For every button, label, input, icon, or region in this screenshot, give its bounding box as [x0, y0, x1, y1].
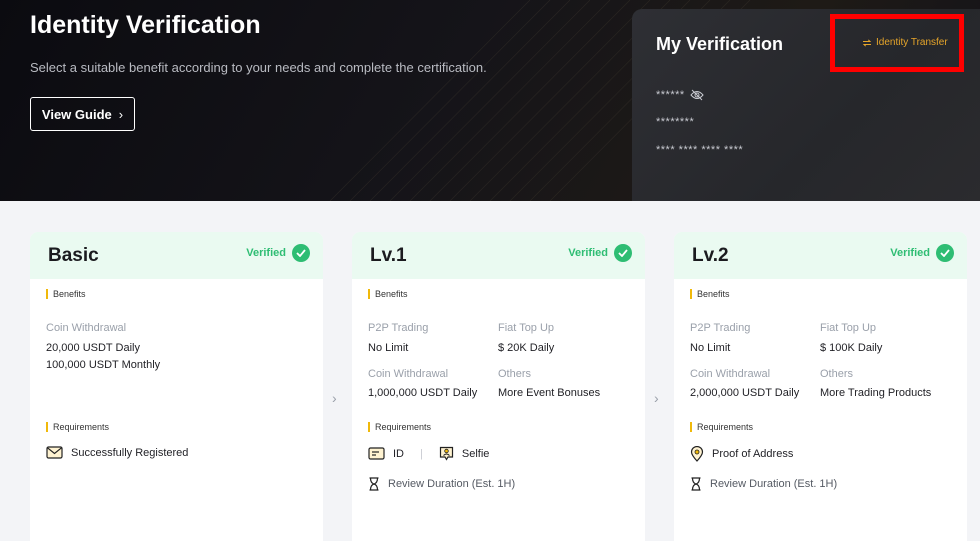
level-card-basic: Basic Verified Benefits Coin Withdrawal … — [30, 232, 323, 541]
benefit-value: More Event Bonuses — [498, 387, 601, 399]
benefit-key: Coin Withdrawal — [690, 368, 771, 380]
page-title: Identity Verification — [30, 11, 261, 39]
benefit-key: P2P Trading — [368, 322, 429, 334]
card-header: Lv.1 Verified — [352, 232, 645, 279]
check-icon — [936, 244, 954, 262]
benefit-value: 1,000,000 USDT Daily — [368, 387, 478, 399]
benefits-label: Benefits — [368, 289, 408, 299]
page-subtitle: Select a suitable benefit according to y… — [30, 60, 487, 75]
verified-label: Verified — [568, 247, 608, 259]
swap-icon — [862, 38, 872, 47]
benefit-value: $ 20K Daily — [498, 342, 555, 354]
eye-off-icon[interactable] — [690, 89, 704, 101]
verified-label: Verified — [890, 247, 930, 259]
benefit-value: No Limit — [690, 342, 731, 354]
location-pin-icon — [690, 446, 704, 462]
my-verification-title: My Verification — [656, 34, 784, 54]
card-header: Basic Verified — [30, 232, 323, 279]
verified-badge: Verified — [246, 244, 310, 262]
review-duration: Review Duration (Est. 1H) — [368, 477, 515, 491]
requirement-label: Successfully Registered — [71, 446, 189, 459]
requirement-item: Successfully Registered — [46, 446, 188, 459]
view-guide-button[interactable]: View Guide › — [30, 97, 135, 131]
review-duration-label: Review Duration (Est. 1H) — [388, 478, 516, 490]
level-card-lv1: Lv.1 Verified Benefits P2P Trading No Li… — [352, 232, 645, 541]
requirement-row: ID | Selfie — [368, 446, 489, 461]
card-title: Basic — [48, 245, 99, 266]
requirement-label: ID — [393, 447, 404, 460]
requirements-label: Requirements — [690, 422, 753, 432]
chevron-right-icon: › — [332, 390, 337, 406]
my-verification-panel: My Verification Identity Transfer ******… — [632, 9, 980, 201]
masked-name: ****** — [656, 89, 685, 101]
benefit-key: Coin Withdrawal — [46, 322, 127, 334]
identity-transfer-label: Identity Transfer — [876, 37, 948, 48]
requirement-label: Proof of Address — [712, 448, 794, 460]
envelope-icon — [46, 446, 63, 459]
benefit-key: Coin Withdrawal — [368, 368, 449, 380]
benefit-value: 20,000 USDT Daily — [46, 342, 140, 354]
review-duration-label: Review Duration (Est. 1H) — [710, 478, 838, 490]
benefit-key: Fiat Top Up — [498, 322, 555, 334]
check-icon — [292, 244, 310, 262]
card-title: Lv.1 — [370, 245, 407, 266]
benefit-value: 100,000 USDT Monthly — [46, 359, 161, 371]
card-header: Lv.2 Verified — [674, 232, 967, 279]
id-card-icon — [368, 447, 385, 460]
verified-label: Verified — [246, 247, 286, 259]
verified-badge: Verified — [890, 244, 954, 262]
benefit-key: P2P Trading — [690, 322, 751, 334]
benefit-value: 2,000,000 USDT Daily — [690, 387, 800, 399]
requirements-label: Requirements — [46, 422, 109, 432]
masked-id: ******** — [656, 116, 695, 128]
identity-transfer-link[interactable]: Identity Transfer — [862, 37, 948, 48]
chevron-right-icon: › — [118, 106, 124, 122]
hourglass-icon — [691, 477, 701, 491]
benefit-key: Others — [498, 368, 532, 380]
check-icon — [614, 244, 632, 262]
benefit-key: Others — [820, 368, 854, 380]
benefit-value: No Limit — [368, 342, 409, 354]
masked-number: **** **** **** **** — [656, 144, 744, 156]
benefits-label: Benefits — [46, 289, 86, 299]
selfie-icon — [439, 446, 453, 461]
masked-name-row: ****** — [656, 89, 704, 101]
verified-badge: Verified — [568, 244, 632, 262]
card-title: Lv.2 — [692, 245, 729, 266]
divider: | — [420, 447, 423, 460]
benefits-label: Benefits — [690, 289, 730, 299]
benefit-value: $ 100K Daily — [820, 342, 883, 354]
requirement-label: Selfie — [461, 447, 490, 460]
review-duration: Review Duration (Est. 1H) — [690, 477, 837, 491]
view-guide-label: View Guide — [41, 106, 112, 122]
requirements-label: Requirements — [368, 422, 431, 432]
level-card-lv2: Lv.2 Verified Benefits P2P Trading No Li… — [674, 232, 967, 541]
benefit-value: More Trading Products — [820, 387, 932, 399]
requirement-item: Proof of Address — [690, 446, 793, 462]
benefit-key: Fiat Top Up — [820, 322, 877, 334]
chevron-right-icon: › — [654, 390, 659, 406]
hourglass-icon — [369, 477, 379, 491]
